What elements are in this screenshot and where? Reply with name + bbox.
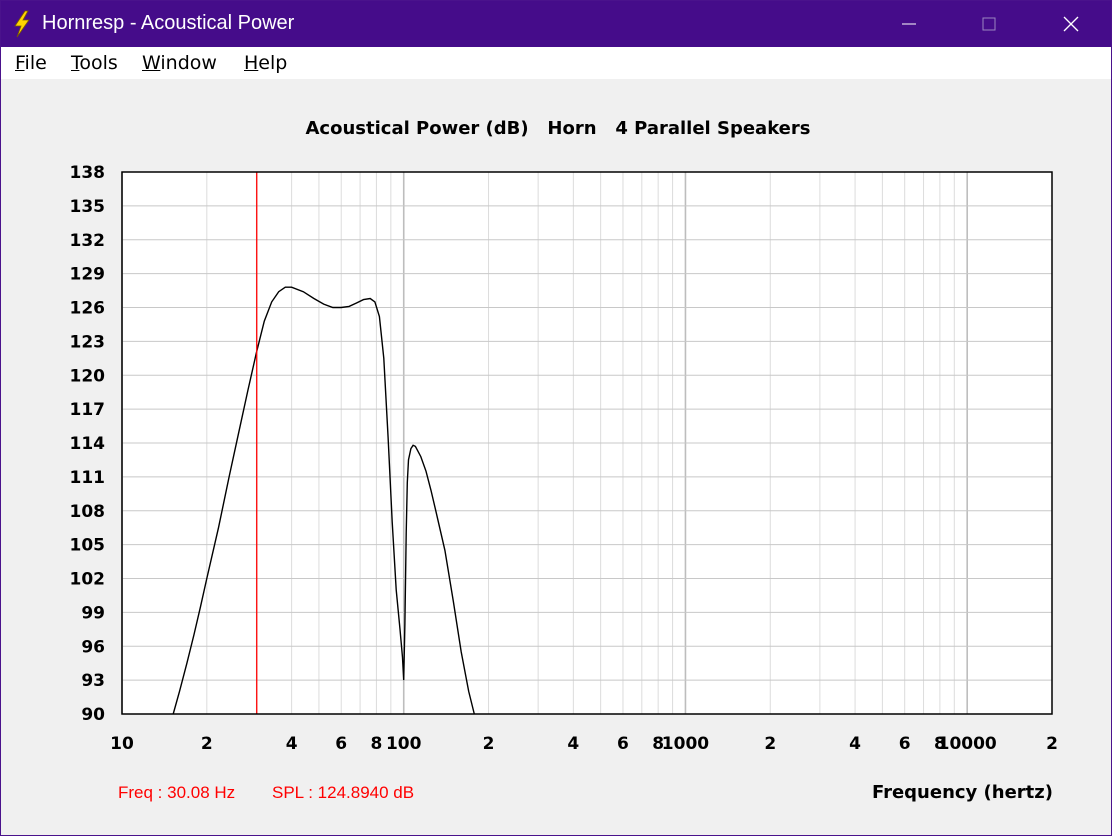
frequency-readout: Freq : 30.08 Hz bbox=[118, 783, 235, 802]
x-tick-label: 2 bbox=[201, 734, 213, 754]
y-tick-label: 93 bbox=[81, 671, 105, 691]
app-window: Hornresp - Acoustical Power File Tools W… bbox=[0, 0, 1112, 836]
y-tick-labels: 138 135 132 129 126 123 120 117 114 111 108 105 102 9… bbox=[70, 163, 106, 725]
x-tick-label: 6 bbox=[899, 734, 911, 754]
x-tick-label: 4 bbox=[849, 734, 861, 754]
grid-layer bbox=[121, 171, 1053, 715]
y-tick-label: 126 bbox=[70, 299, 106, 319]
maximize-button[interactable] bbox=[949, 1, 1029, 47]
chart-title: Acoustical Power (dB) Horn 4 Parallel Sp… bbox=[306, 118, 811, 139]
x-tick-label: 6 bbox=[335, 734, 347, 754]
menu-window[interactable]: Window bbox=[142, 52, 217, 74]
x-tick-label: 10000 bbox=[938, 734, 997, 754]
lightning-bolt-icon bbox=[14, 10, 30, 38]
minimize-icon bbox=[902, 23, 916, 25]
title-bar[interactable]: Hornresp - Acoustical Power bbox=[1, 1, 1111, 47]
y-tick-label: 123 bbox=[70, 332, 106, 352]
y-tick-label: 90 bbox=[81, 705, 105, 725]
y-tick-label: 120 bbox=[70, 366, 106, 386]
acoustical-power-chart[interactable]: 1381351321291261231201171141111081051029… bbox=[1, 79, 1111, 835]
x-tick-label: 4 bbox=[286, 734, 298, 754]
y-tick-label: 114 bbox=[70, 434, 106, 454]
y-tick-label: 135 bbox=[70, 197, 106, 217]
close-icon bbox=[1063, 16, 1079, 32]
spl-readout: SPL : 124.8940 dB bbox=[272, 783, 414, 802]
y-tick-label: 96 bbox=[81, 637, 105, 657]
y-tick-label: 111 bbox=[70, 468, 106, 488]
maximize-icon bbox=[982, 17, 996, 31]
menu-bar: File Tools Window Help bbox=[1, 47, 1111, 79]
x-tick-label: 100 bbox=[386, 734, 422, 754]
chart-area[interactable]: 138 135 132 129 126 123 120 117 114 111 108 105 102 9… bbox=[1, 79, 1111, 835]
x-tick-label: 2 bbox=[1046, 734, 1058, 754]
menu-file[interactable]: File bbox=[15, 52, 47, 74]
y-tick-label: 108 bbox=[70, 502, 106, 522]
menu-help[interactable]: Help bbox=[244, 52, 287, 74]
menu-tools[interactable]: Tools bbox=[71, 52, 118, 74]
x-tick-label: 6 bbox=[617, 734, 629, 754]
x-tick-label: 8 bbox=[371, 734, 383, 754]
minimize-button[interactable] bbox=[869, 1, 949, 47]
x-axis-label: Frequency (hertz) bbox=[872, 782, 1053, 803]
x-tick-label: 1000 bbox=[662, 734, 709, 754]
x-tick-label: 2 bbox=[483, 734, 495, 754]
y-tick-label: 138 bbox=[70, 163, 106, 183]
x-tick-label: 2 bbox=[764, 734, 776, 754]
x-tick-label: 10 bbox=[110, 734, 134, 754]
y-tick-label: 102 bbox=[70, 570, 106, 590]
y-tick-label: 105 bbox=[70, 536, 106, 556]
window-title: Hornresp - Acoustical Power bbox=[42, 12, 295, 34]
y-tick-label: 99 bbox=[81, 603, 105, 623]
x-tick-label: 4 bbox=[567, 734, 579, 754]
x-tick-labels: 10 2 4 6 8 100 2 4 6 81000 2 4 6 810000 2 bbox=[110, 734, 1058, 754]
close-button[interactable] bbox=[1031, 1, 1111, 47]
y-tick-label: 117 bbox=[70, 400, 106, 420]
y-tick-label: 132 bbox=[70, 231, 106, 251]
y-tick-label: 129 bbox=[70, 265, 106, 285]
